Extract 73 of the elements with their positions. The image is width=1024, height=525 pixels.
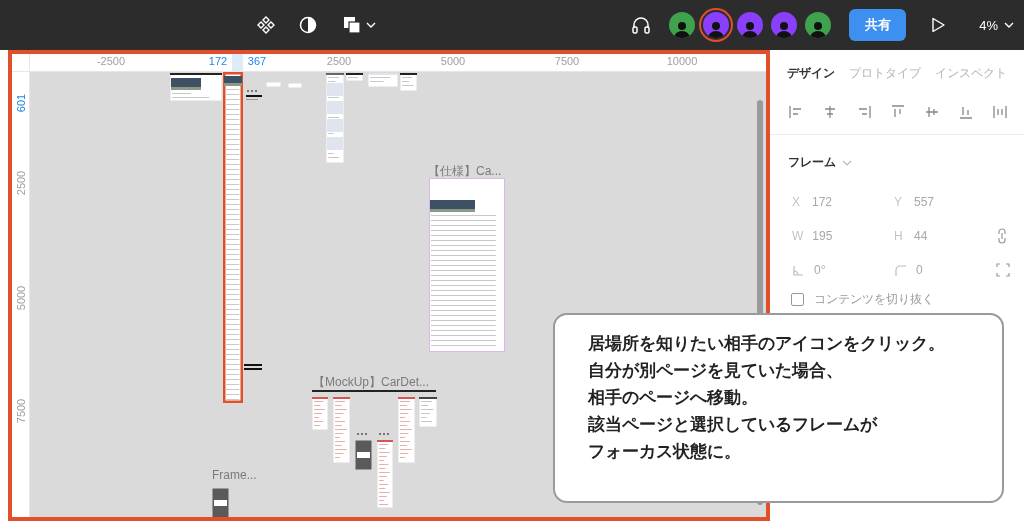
frame-drawing[interactable] [400, 73, 417, 91]
ruler-label: 10000 [666, 56, 698, 67]
callout-text: フォーカス状態に。 [588, 441, 742, 462]
frame-label[interactable]: 【仕様】Ca... [428, 163, 502, 180]
frame-label[interactable]: 【MockUp】CarDet... [313, 374, 430, 391]
field-label: X [792, 195, 801, 209]
selected-frame-drawing[interactable] [223, 72, 243, 403]
ruler-label: 5000 [440, 56, 466, 67]
frame-drawing[interactable] [419, 397, 437, 427]
callout-text: 自分が別ページを見ていた場合、 [588, 360, 844, 381]
field-label: Y [894, 195, 903, 209]
frame-drawing[interactable] [346, 73, 363, 81]
align-icon[interactable] [890, 104, 906, 120]
person-icon [708, 20, 725, 38]
align-icon[interactable] [822, 104, 838, 120]
avatar[interactable] [669, 12, 696, 38]
field-value[interactable]: 0° [814, 263, 826, 277]
angle-icon [792, 263, 805, 277]
avatar[interactable] [737, 12, 764, 38]
corner-radius-icon [894, 263, 907, 277]
align-icon[interactable] [856, 104, 872, 120]
field-value[interactable]: 195 [812, 229, 833, 243]
person-icon [742, 20, 759, 38]
headphones-icon[interactable] [631, 15, 652, 35]
field-value[interactable]: 0 [916, 263, 923, 277]
avatar[interactable] [703, 12, 730, 38]
align-icon[interactable] [992, 104, 1008, 120]
field-label: W [792, 229, 804, 243]
align-icon[interactable] [788, 104, 804, 120]
selection-range-marker [232, 54, 243, 71]
panel-tab[interactable]: プロトタイプ [849, 65, 921, 82]
frame-drawing[interactable] [429, 178, 505, 352]
ruler-label: 367 [247, 56, 267, 67]
zoom-level[interactable]: 4% [979, 17, 998, 33]
align-icon[interactable] [958, 104, 974, 120]
ruler-label: 2500 [326, 56, 352, 67]
avatar[interactable] [805, 12, 832, 38]
person-icon [776, 20, 793, 38]
frame-drawing[interactable] [244, 364, 262, 370]
field-label: H [894, 229, 904, 243]
avatar[interactable] [771, 12, 798, 38]
field-value[interactable]: 172 [812, 195, 833, 209]
ruler-label: 7500 [554, 56, 580, 67]
play-icon[interactable] [931, 17, 946, 33]
ruler-label: 601 [15, 93, 27, 113]
panel-tab[interactable]: インスペクト [935, 65, 1007, 82]
ruler-label: 172 [208, 56, 228, 67]
panel-tab[interactable]: デザイン [787, 65, 835, 82]
person-icon [674, 20, 691, 38]
field-value[interactable]: 44 [914, 229, 928, 243]
frame-drawing[interactable] [212, 488, 229, 517]
callout-text: 相手のページへ移動。 [588, 387, 759, 408]
field-value[interactable]: 557 [914, 195, 935, 209]
align-icon[interactable] [924, 104, 940, 120]
callout-text: 該当ページと選択しているフレームが [588, 414, 879, 435]
checkbox-label: コンテンツを切り抜く [814, 291, 934, 308]
person-icon [810, 20, 827, 38]
ruler-label: 2500 [15, 170, 27, 196]
section-title[interactable]: フレーム [788, 154, 836, 171]
share-button[interactable]: 共有 [849, 9, 907, 41]
ruler-label: 5000 [15, 285, 27, 311]
layers-icon[interactable] [343, 16, 361, 34]
checkbox[interactable] [791, 293, 804, 306]
frame-drawing[interactable] [355, 440, 372, 470]
components-icon[interactable] [257, 16, 275, 34]
ruler-label: 7500 [15, 398, 27, 424]
frame-drawing[interactable] [246, 90, 262, 101]
frame-drawing[interactable] [170, 73, 222, 101]
frame-label[interactable]: Frame... [212, 468, 257, 482]
contrast-icon[interactable] [299, 16, 317, 34]
ruler-label: -2500 [96, 56, 126, 67]
callout-text: 居場所を知りたい相手のアイコンをクリック。 [588, 333, 946, 354]
link-icon[interactable] [996, 228, 1008, 244]
